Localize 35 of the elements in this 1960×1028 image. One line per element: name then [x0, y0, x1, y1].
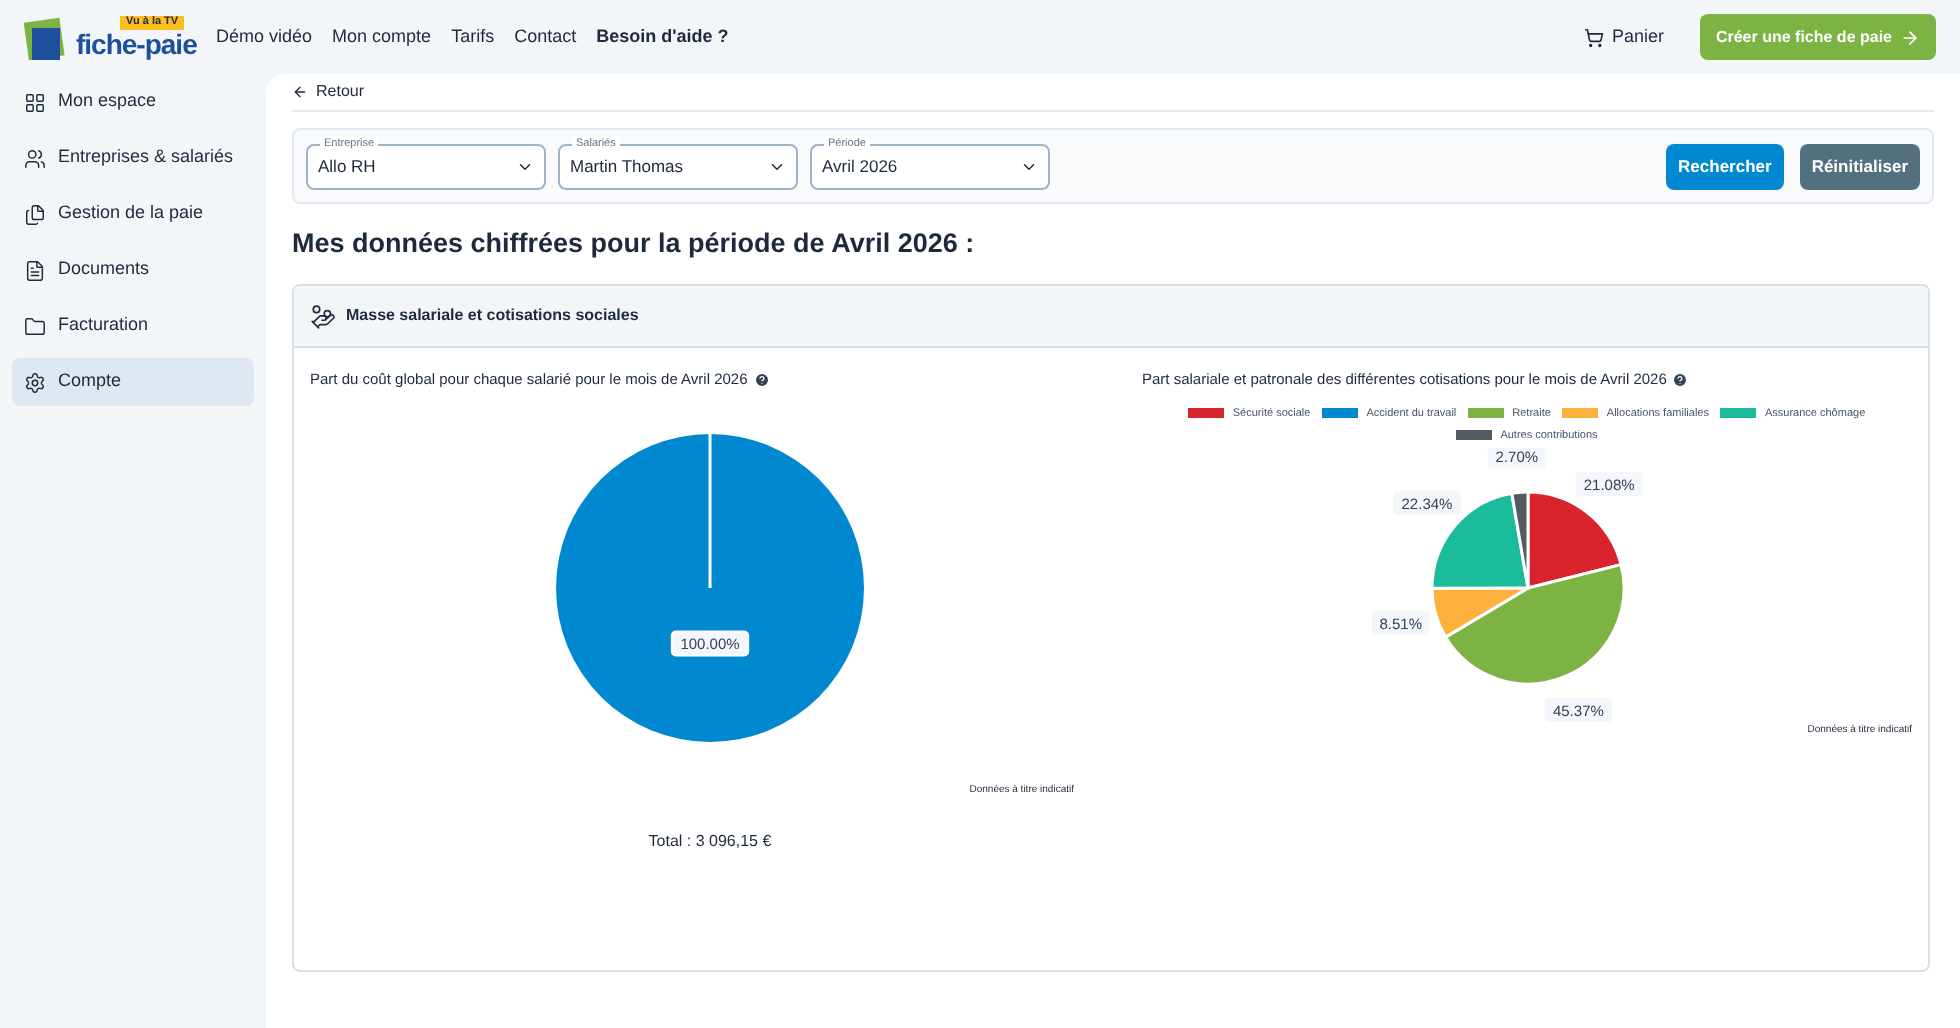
sidebar-item[interactable]: Gestion de la paie — [12, 190, 254, 238]
field-value: Avril 2026 — [822, 153, 898, 179]
nav-link[interactable]: Démo vidéo — [216, 23, 313, 51]
arrow-left-icon — [292, 84, 308, 100]
logo-icon — [24, 13, 68, 61]
search-button[interactable]: Rechercher — [1666, 143, 1784, 189]
nav-link[interactable]: Mon compte — [332, 23, 432, 51]
nav-link[interactable]: Contact — [514, 23, 577, 51]
reset-button[interactable]: Réinitialiser — [1799, 143, 1920, 189]
sidebar-item[interactable]: Mon espace — [12, 78, 254, 126]
back-link[interactable]: Retour — [292, 80, 365, 104]
sidebar-item[interactable]: Entreprises & salariés — [12, 134, 254, 182]
arrow-right-icon — [1900, 27, 1920, 47]
sidebar-item[interactable]: Compte — [12, 358, 254, 406]
total-amount: Total : 3 096,15 € — [648, 830, 772, 854]
grid-icon — [24, 91, 46, 113]
logo-text: fiche-paie — [76, 29, 197, 57]
field-value: Allo RH — [318, 153, 376, 179]
document-icon — [24, 259, 46, 281]
help-icon — [1672, 371, 1689, 388]
section-title: Masse salariale et cotisations sociales — [346, 304, 639, 329]
nav-link[interactable]: Tarifs — [451, 23, 495, 51]
cart-icon — [1583, 27, 1604, 47]
folder-icon — [24, 315, 46, 337]
cart-link[interactable]: Panier — [1583, 23, 1664, 51]
hand-coins-icon — [310, 303, 336, 330]
field-value: Martin Thomas — [570, 153, 684, 179]
nav-link[interactable]: Besoin d'aide ? — [596, 23, 729, 51]
users-icon — [24, 147, 46, 169]
settings-icon — [24, 371, 46, 393]
files-icon — [24, 203, 46, 225]
sidebar-item[interactable]: Documents — [12, 246, 254, 294]
help-icon — [753, 371, 770, 388]
page-heading: Mes données chiffrées pour la période de Avril 2026 : — [292, 226, 977, 262]
sidebar-item[interactable]: Facturation — [12, 302, 254, 350]
